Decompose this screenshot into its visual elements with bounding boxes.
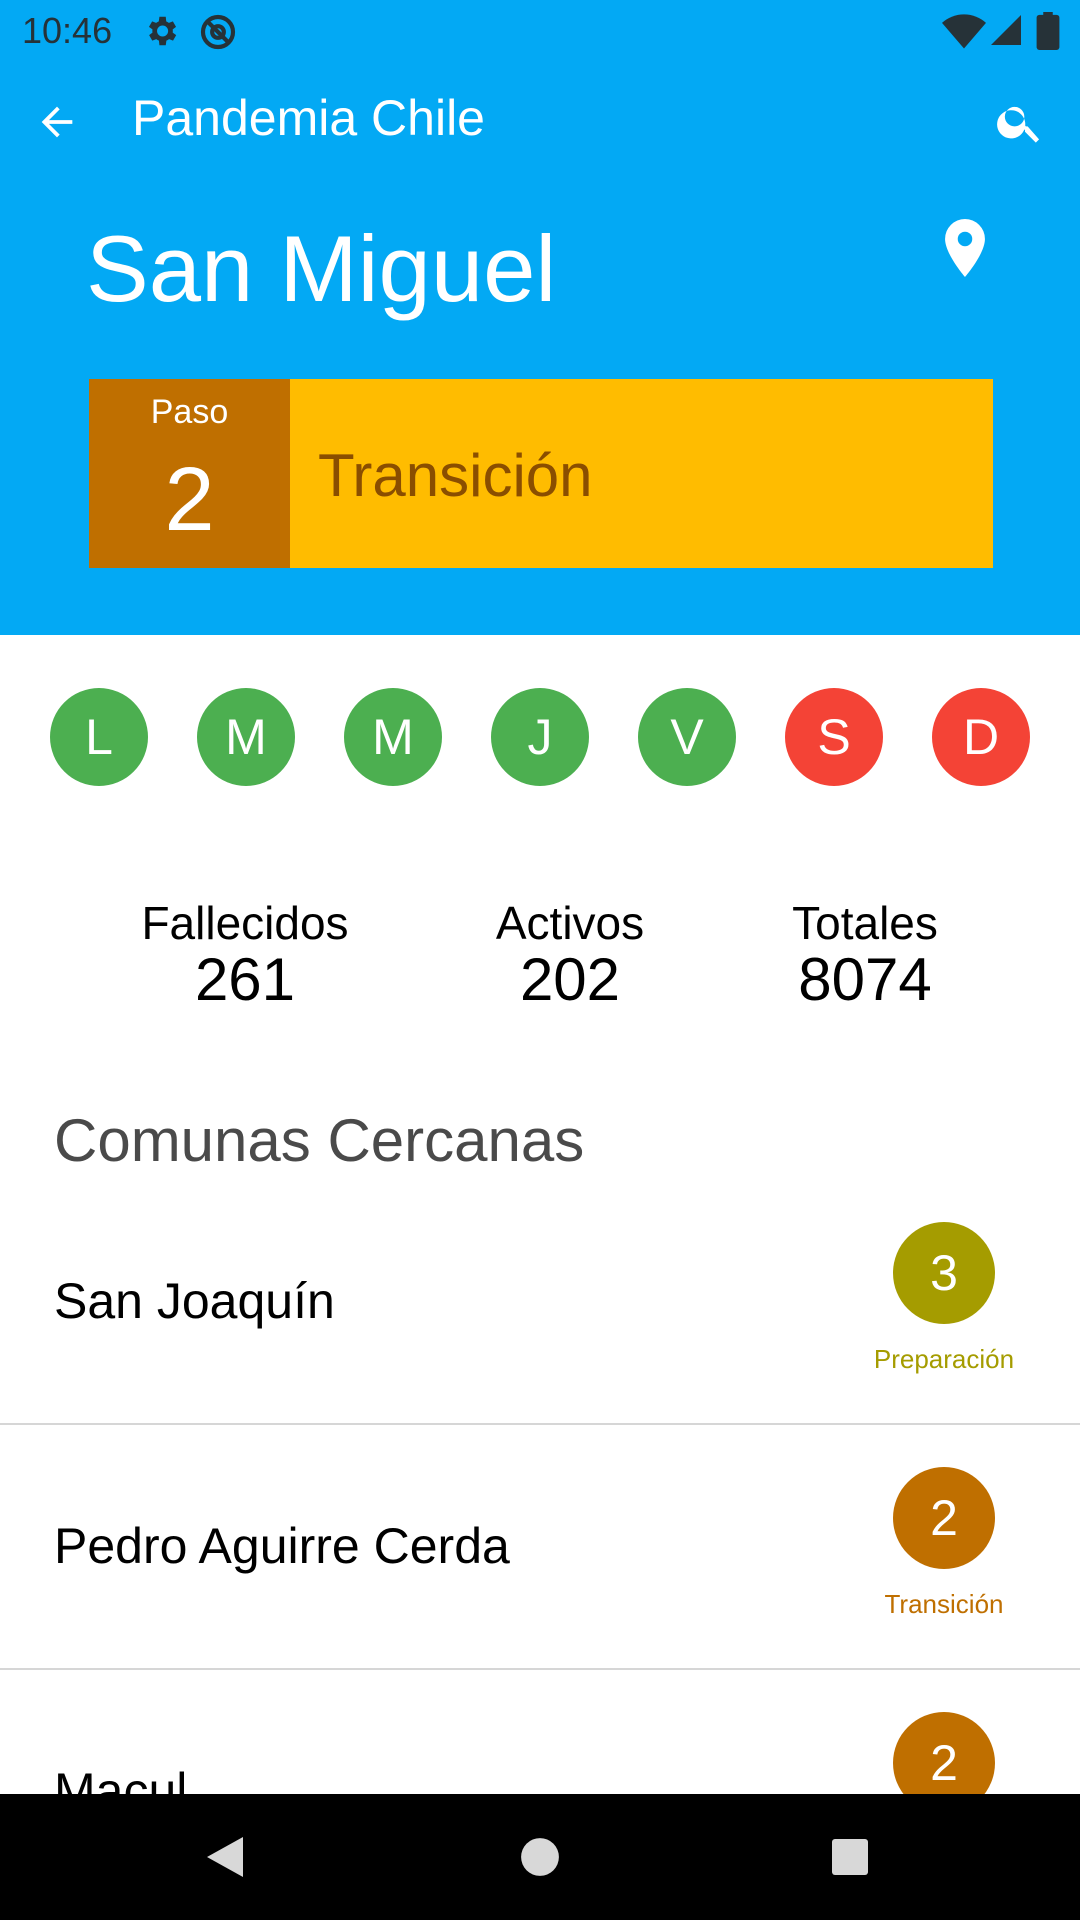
app-title: Pandemia Chile [132, 90, 485, 146]
stat-deaths-label: Fallecidos [141, 897, 349, 949]
day-tuesday: M [197, 688, 295, 786]
stat-total-label: Totales [792, 897, 938, 949]
status-bar: 10:46 [0, 0, 1080, 63]
stat-deaths: Fallecidos 261 [115, 898, 375, 1012]
stat-active: Activos 202 [440, 898, 700, 1012]
location-button[interactable] [935, 213, 995, 283]
nav-back-icon [207, 1837, 243, 1877]
stat-total: Totales 8074 [735, 898, 995, 1012]
stat-total-value: 8074 [798, 946, 932, 1013]
phase-number: 2 [164, 450, 215, 550]
commune-name: San Miguel [86, 216, 557, 321]
signal-icon [991, 15, 1021, 45]
phase-banner: Paso 2 Transición [89, 379, 993, 568]
nav-home-button[interactable] [505, 1822, 575, 1892]
location-pin-icon [945, 219, 985, 277]
phase-badge-label: Preparación [873, 1344, 1015, 1374]
nav-home-icon [521, 1838, 559, 1876]
phase-number-box: Paso 2 [89, 379, 290, 568]
day-saturday: S [785, 688, 883, 786]
commune-item-name: San Joaquín [54, 1273, 335, 1329]
settings-icon [148, 16, 177, 46]
day-wednesday: M [344, 688, 442, 786]
weekday-row: L M M J V S D [0, 688, 1080, 788]
app-bar: Pandemia Chile [0, 63, 1080, 173]
phase-name: Transición [318, 442, 593, 509]
nav-recents-icon [832, 1839, 868, 1875]
navigation-bar [0, 1794, 1080, 1920]
day-thursday: J [491, 688, 589, 786]
commune-item-name: Macul [54, 1763, 188, 1794]
nearby-list: San Joaquín 3 Preparación Pedro Aguirre … [0, 1180, 1080, 1794]
stat-active-value: 202 [519, 946, 621, 1013]
status-time: 10:46 [22, 10, 113, 51]
stat-active-label: Activos [495, 897, 645, 949]
nearby-section-title: Comunas Cercanas [54, 1107, 585, 1174]
phase-label: Paso [150, 393, 229, 431]
phase-badge: 3 [893, 1222, 995, 1324]
list-item[interactable]: Pedro Aguirre Cerda 2 Transición [0, 1425, 1080, 1670]
stat-deaths-value: 261 [194, 946, 296, 1013]
nav-back-button[interactable] [190, 1822, 260, 1892]
phase-badge: 2 [893, 1467, 995, 1569]
list-item[interactable]: Macul 2 [0, 1670, 1080, 1794]
back-button[interactable] [22, 87, 92, 157]
wifi-icon [942, 14, 986, 49]
search-button[interactable] [985, 87, 1055, 157]
phase-badge: 2 [893, 1712, 995, 1794]
nav-recents-button[interactable] [815, 1822, 885, 1892]
phase-badge-label: Transición [884, 1589, 1004, 1619]
day-sunday: D [932, 688, 1030, 786]
list-item[interactable]: San Joaquín 3 Preparación [0, 1180, 1080, 1425]
battery-icon [1036, 12, 1060, 50]
search-icon [997, 106, 1040, 143]
day-monday: L [50, 688, 148, 786]
back-arrow-icon [41, 106, 73, 138]
commune-item-name: Pedro Aguirre Cerda [54, 1518, 510, 1574]
commune-header: San Miguel Paso 2 Transición [0, 173, 1080, 635]
day-friday: V [638, 688, 736, 786]
at-sign-icon [200, 14, 236, 50]
